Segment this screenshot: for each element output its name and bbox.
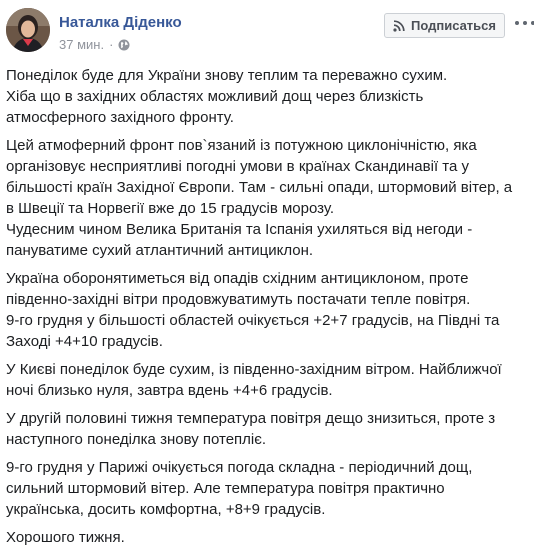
subscribe-button[interactable]: Подписаться	[384, 13, 505, 38]
subscribe-label: Подписаться	[410, 18, 496, 33]
post-meta: 37 мин. ·	[59, 37, 130, 52]
globe-icon	[118, 39, 130, 51]
rss-icon	[393, 19, 405, 32]
post-header: Наталка Діденко 37 мин. · Подписаться	[6, 8, 534, 58]
facebook-post: Наталка Діденко 37 мин. · Подписаться По…	[0, 0, 534, 546]
post-body: Понеділок буде для України знову теплим …	[6, 65, 528, 555]
post-paragraph: Хорошого тижня.	[6, 529, 125, 546]
post-paragraph: У Києві понеділок буде сухим, із південн…	[6, 361, 502, 399]
avatar[interactable]	[6, 8, 50, 52]
post-paragraph: Понеділок буде для України знову теплим …	[6, 67, 448, 126]
post-paragraph: Цей атмоферний фронт пов`язаний із потуж…	[6, 137, 513, 259]
post-paragraph: Україна оборонятиметься від опадів східн…	[6, 270, 500, 350]
post-paragraph: 9-го грудня у Парижі очікується погода с…	[6, 459, 473, 518]
author-name[interactable]: Наталка Діденко	[59, 14, 182, 31]
post-paragraph: У другій половині тижня температура пові…	[6, 410, 496, 448]
post-timestamp[interactable]: 37 мин.	[59, 37, 104, 52]
meta-separator: ·	[109, 37, 114, 52]
more-options-icon[interactable]	[515, 15, 534, 31]
